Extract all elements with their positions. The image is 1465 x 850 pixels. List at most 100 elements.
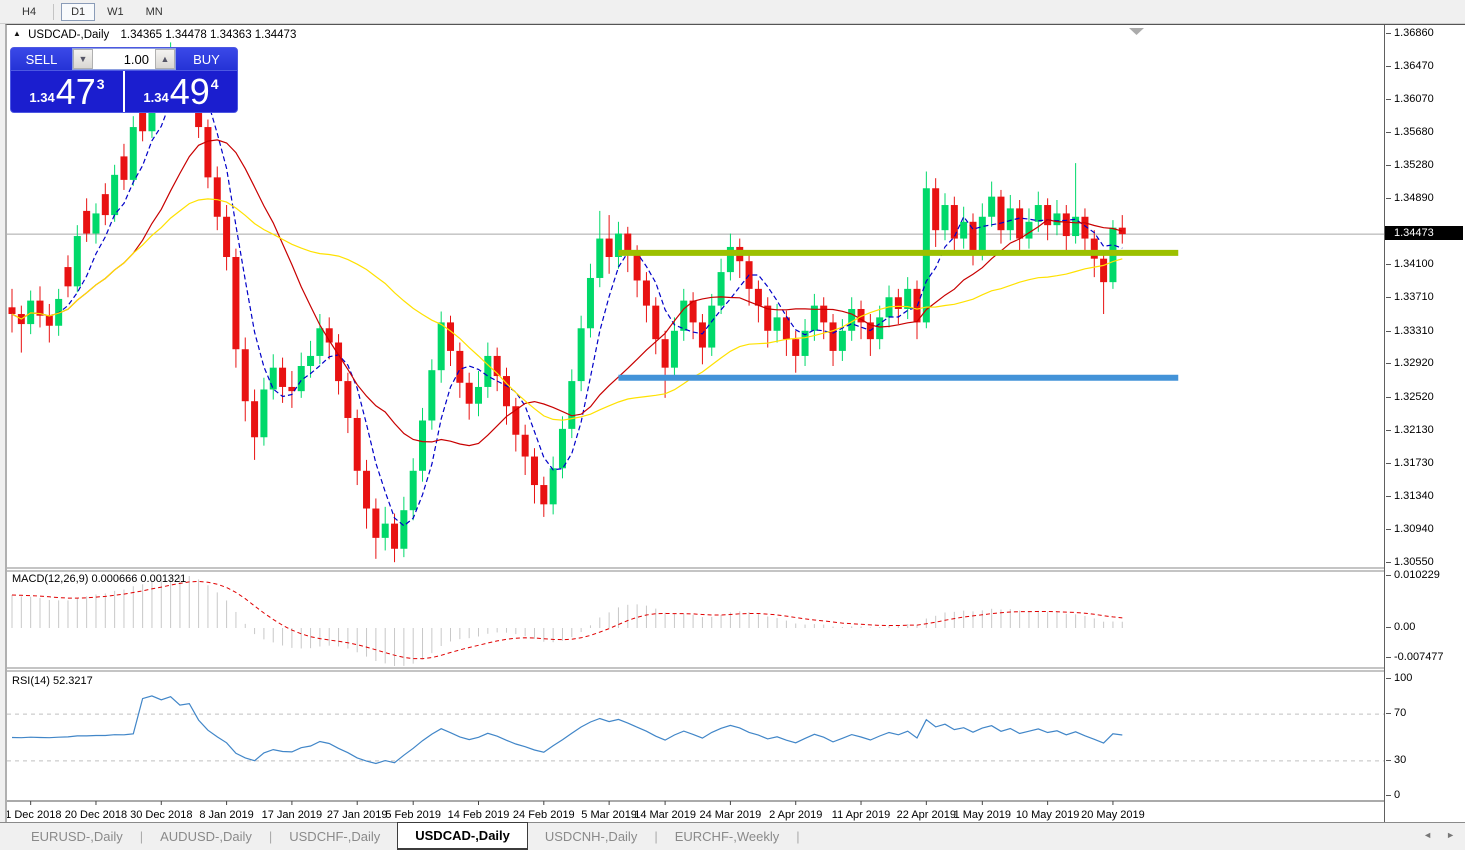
date-tick-label: 8 Jan 2019 xyxy=(199,809,253,821)
chart-plot-region: 11 Dec 201820 Dec 201830 Dec 20188 Jan 2… xyxy=(7,25,1384,823)
timeframe-button-h4[interactable]: H4 xyxy=(12,3,46,21)
candle-body xyxy=(438,322,445,370)
date-tick-label: 14 Mar 2019 xyxy=(634,809,696,821)
candle-body xyxy=(111,175,118,215)
price-tick-label: 1.32130 xyxy=(1385,424,1465,437)
candle-body xyxy=(344,381,351,418)
candle-body xyxy=(680,301,687,331)
date-tick-label: 1 May 2019 xyxy=(954,809,1011,821)
candle-body xyxy=(391,524,398,549)
date-tick-label: 24 Mar 2019 xyxy=(700,809,762,821)
candle-body xyxy=(279,368,286,387)
scroll-left-icon[interactable]: ◄ xyxy=(1423,830,1432,840)
candle-body xyxy=(606,239,613,257)
tab-usdcad[interactable]: USDCAD-,Daily xyxy=(397,822,528,850)
ma-fast-line xyxy=(12,79,1122,526)
candle-body xyxy=(774,317,781,330)
timeframe-button-d1[interactable]: D1 xyxy=(61,3,95,21)
candle-body xyxy=(876,317,883,339)
price-tick-label: 1.33310 xyxy=(1385,325,1465,338)
volume-input[interactable]: 1.00 xyxy=(93,49,155,69)
date-tick-label: 11 Dec 2018 xyxy=(7,809,61,821)
candle-body xyxy=(550,468,557,504)
candle-body xyxy=(64,267,71,286)
candle-body xyxy=(428,370,435,420)
date-tick-label: 27 Jan 2019 xyxy=(327,809,388,821)
price-tick-label: 1.31730 xyxy=(1385,457,1465,470)
buy-price-display[interactable]: 1.34 49 4 xyxy=(125,71,237,112)
candle-body xyxy=(484,356,491,387)
toolbar-separator xyxy=(53,4,54,20)
candle-body xyxy=(587,278,594,328)
candle-body xyxy=(363,471,370,509)
rsi-axis-label: 70 xyxy=(1385,707,1465,720)
price-tick-label: 1.30550 xyxy=(1385,556,1465,569)
candle-body xyxy=(1025,222,1032,239)
tab-usdcnh[interactable]: USDCNH-,Daily xyxy=(528,823,654,850)
sell-price-sup: 3 xyxy=(97,76,105,92)
candle-body xyxy=(382,524,389,538)
candle-body xyxy=(1016,208,1023,238)
price-tick-label: 1.35280 xyxy=(1385,159,1465,172)
one-click-trading-panel: SELL ▼ 1.00 ▲ BUY 1.34 47 3 xyxy=(10,47,238,113)
tab-eurchf[interactable]: EURCHF-,Weekly xyxy=(658,823,797,850)
candle-body xyxy=(74,236,81,286)
volume-decrease-button[interactable]: ▼ xyxy=(73,49,93,69)
candle-body xyxy=(634,255,641,280)
tab-eurusd[interactable]: EURUSD-,Daily xyxy=(14,823,140,850)
candle-body xyxy=(839,331,846,351)
candle-body xyxy=(46,316,53,326)
date-tick-label: 17 Jan 2019 xyxy=(262,809,323,821)
sell-button[interactable]: SELL xyxy=(11,48,72,70)
buy-price-sup: 4 xyxy=(211,76,219,92)
chart-symbol-label: USDCAD-,Daily xyxy=(28,29,109,41)
candle-body xyxy=(251,401,258,437)
tab-audusd[interactable]: AUDUSD-,Daily xyxy=(143,823,269,850)
collapse-panel-arrow-icon[interactable]: ▲ xyxy=(13,29,21,38)
candle-body xyxy=(1063,213,1070,236)
candle-body xyxy=(92,213,99,233)
price-chart-canvas[interactable]: 11 Dec 201820 Dec 201830 Dec 20188 Jan 2… xyxy=(7,25,1384,823)
candle-body xyxy=(596,239,603,278)
sell-price-big: 47 xyxy=(56,73,96,111)
candle-body xyxy=(9,307,16,314)
ohlc-readout: 1.34365 1.34478 1.34363 1.34473 xyxy=(120,29,296,41)
candle-body xyxy=(988,197,995,217)
price-tick-label: 1.35680 xyxy=(1385,126,1465,139)
macd-axis-label: 0.00 xyxy=(1385,621,1465,634)
timeframe-button-w1[interactable]: W1 xyxy=(97,3,134,21)
candle-body xyxy=(400,510,407,549)
macd-histogram xyxy=(12,576,1122,666)
volume-spinner: ▼ 1.00 ▲ xyxy=(72,48,176,70)
candle-body xyxy=(559,429,566,468)
candle-body xyxy=(1100,259,1107,282)
sell-price-display[interactable]: 1.34 47 3 xyxy=(11,71,123,112)
volume-increase-button[interactable]: ▲ xyxy=(155,49,175,69)
price-axis[interactable]: 1.368601.364701.360701.356801.352801.348… xyxy=(1384,25,1465,823)
date-tick-label: 2 Apr 2019 xyxy=(769,809,822,821)
candle-body xyxy=(102,194,109,215)
date-axis: 11 Dec 201820 Dec 201830 Dec 20188 Jan 2… xyxy=(7,801,1145,821)
price-tick-label: 1.34100 xyxy=(1385,258,1465,271)
chart-tab-bar: EURUSD-,Daily|AUDUSD-,Daily|USDCHF-,Dail… xyxy=(0,822,1465,850)
candle-body xyxy=(456,351,463,383)
timeframe-button-mn[interactable]: MN xyxy=(136,3,173,21)
chart-shift-marker-icon[interactable] xyxy=(1129,28,1144,35)
candle-body xyxy=(316,328,323,356)
rsi-indicator-label: RSI(14) 52.3217 xyxy=(12,675,93,687)
candle-body xyxy=(951,205,958,239)
date-tick-label: 20 May 2019 xyxy=(1081,809,1145,821)
price-tick-label: 1.34890 xyxy=(1385,192,1465,205)
candle-body xyxy=(120,156,127,179)
candle-body xyxy=(652,306,659,340)
date-tick-label: 14 Feb 2019 xyxy=(448,809,510,821)
candle-body xyxy=(662,339,669,368)
candle-body xyxy=(130,127,137,180)
buy-button[interactable]: BUY xyxy=(176,48,237,70)
price-tick-label: 1.36070 xyxy=(1385,93,1465,106)
scroll-right-icon[interactable]: ► xyxy=(1446,830,1455,840)
tab-usdchf[interactable]: USDCHF-,Daily xyxy=(272,823,397,850)
macd-signal-line xyxy=(12,581,1122,658)
candle-body xyxy=(830,322,837,351)
macd-axis-label: 0.010229 xyxy=(1385,569,1465,582)
